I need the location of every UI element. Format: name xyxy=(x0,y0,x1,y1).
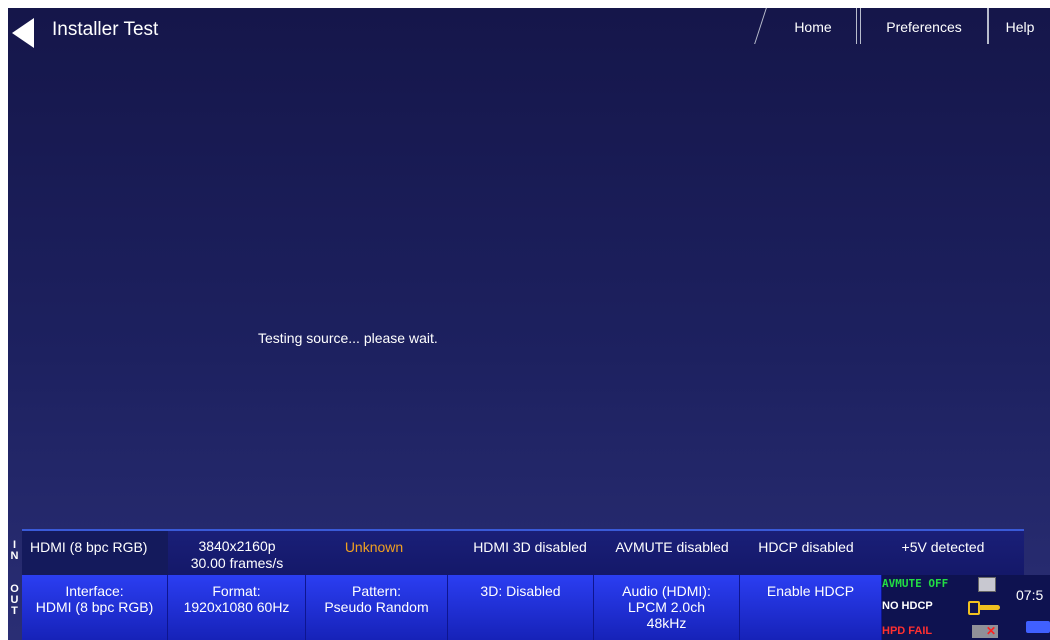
in-row-label: IN xyxy=(10,539,19,562)
interface-button[interactable]: Interface: HDMI (8 bpc RGB) xyxy=(22,575,168,640)
in-resolution: 3840x2160p xyxy=(198,538,276,554)
pattern-button-value: Pseudo Random xyxy=(324,599,429,615)
pattern-button[interactable]: Pattern: Pseudo Random xyxy=(306,575,448,640)
audio-button-label: Audio (HDMI): xyxy=(622,583,711,599)
out-row-label: OUT xyxy=(10,583,19,617)
audio-button-line3: 48kHz xyxy=(646,615,687,631)
tab-help[interactable]: Help xyxy=(988,8,1050,44)
in-interface-cell: HDMI (8 bpc RGB) xyxy=(22,531,168,575)
input-status-row: HDMI (8 bpc RGB) 3840x2160p 30.00 frames… xyxy=(22,529,1024,575)
network-icon[interactable] xyxy=(1026,621,1050,633)
pattern-button-label: Pattern: xyxy=(351,583,402,599)
tab-home[interactable]: Home xyxy=(770,8,857,44)
enable-hdcp-label: Enable HDCP xyxy=(766,583,855,599)
status-message: Testing source... please wait. xyxy=(258,330,438,346)
key-icon xyxy=(978,605,1000,610)
interface-button-label: Interface: xyxy=(65,583,124,599)
enable-hdcp-button[interactable]: Enable HDCP xyxy=(740,575,882,640)
hpd-status: HPD FAIL xyxy=(882,625,933,637)
three-d-button-label: 3D: Disabled xyxy=(480,583,561,599)
tab-preferences[interactable]: Preferences xyxy=(860,8,988,44)
top-bar: Installer Test Home Preferences Help xyxy=(8,8,1050,52)
status-panel: AVMUTE OFF NO HDCP HPD FAIL ✕ xyxy=(882,575,1012,640)
format-button[interactable]: Format: 1920x1080 60Hz xyxy=(168,575,306,640)
format-button-label: Format: xyxy=(212,583,261,599)
avmute-status: AVMUTE OFF xyxy=(882,577,949,590)
in-interface: HDMI (8 bpc RGB) xyxy=(30,539,148,555)
format-button-value: 1920x1080 60Hz xyxy=(183,599,290,615)
interface-button-value: HDMI (8 bpc RGB) xyxy=(35,599,154,615)
clock: 07:5 xyxy=(1016,587,1044,603)
fail-x-icon: ✕ xyxy=(986,624,997,638)
hdcp-status: NO HDCP xyxy=(882,600,933,612)
back-arrow-icon[interactable] xyxy=(12,18,34,48)
output-controls-row: Interface: HDMI (8 bpc RGB) Format: 1920… xyxy=(22,575,882,640)
clock-panel: 07:5 xyxy=(1012,575,1050,640)
audio-button[interactable]: Audio (HDMI): LPCM 2.0ch 48kHz xyxy=(594,575,740,640)
screen: Installer Test Home Preferences Help Tes… xyxy=(8,8,1050,640)
page-title: Installer Test xyxy=(52,19,159,40)
monitor-icon xyxy=(978,577,996,592)
in-frame-rate: 30.00 frames/s xyxy=(190,555,284,571)
audio-button-line2: LPCM 2.0ch xyxy=(627,599,706,615)
three-d-button[interactable]: 3D: Disabled xyxy=(448,575,594,640)
